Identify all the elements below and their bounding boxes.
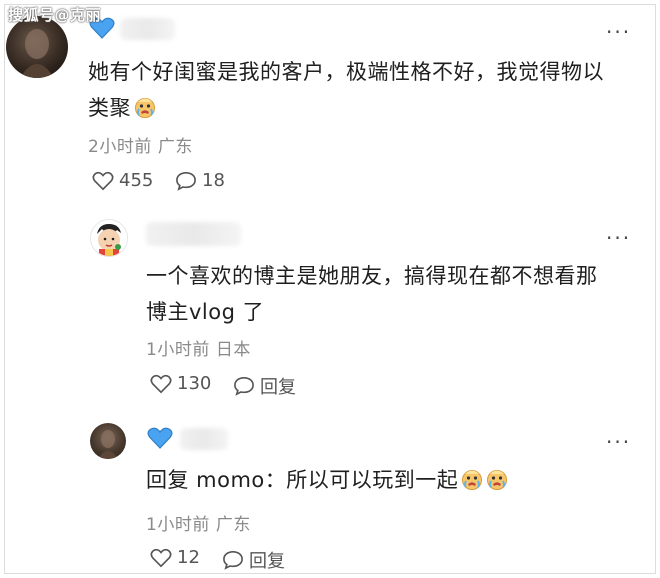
comment-count: 18	[202, 170, 225, 191]
comment-meta: 2小时前 广东	[88, 132, 199, 157]
more-icon[interactable]: ···	[606, 228, 631, 248]
location: 日本	[215, 340, 251, 360]
like-count: 455	[119, 170, 154, 191]
crying-face-emoji-icon	[462, 470, 483, 490]
like-count: 12	[177, 547, 200, 568]
speech-bubble-icon	[176, 171, 196, 191]
reply-button[interactable]: 回复	[222, 547, 285, 573]
avatar[interactable]	[90, 219, 128, 257]
comment-meta: 1小时前 广东	[146, 510, 257, 535]
speech-bubble-icon	[223, 550, 243, 570]
comment-text: 她有个好闺蜜是我的客户，极端性格不好，我觉得物以 类聚	[88, 60, 604, 120]
timestamp: 1小时前	[146, 340, 210, 360]
timestamp: 1小时前	[146, 515, 210, 535]
like-button[interactable]: 455	[92, 170, 153, 191]
timestamp: 2小时前	[88, 137, 152, 157]
comment-button[interactable]: 18	[175, 170, 225, 191]
comment-text: 回复 momo：所以可以玩到一起	[146, 462, 646, 498]
comment-text: 一个喜欢的博主是她朋友，搞得现在都不想看那 博主vlog 了	[146, 264, 598, 324]
location: 广东	[157, 137, 193, 157]
avatar[interactable]	[6, 16, 68, 78]
reply-label: 回复	[260, 377, 296, 398]
username-blurred	[120, 18, 175, 40]
heart-outline-icon	[150, 548, 172, 567]
like-count: 130	[177, 373, 212, 394]
avatar[interactable]	[90, 423, 126, 459]
like-button[interactable]: 12	[150, 547, 200, 568]
heart-badge-icon	[147, 427, 173, 449]
username-blurred	[146, 222, 241, 246]
location: 广东	[215, 515, 251, 535]
watermark: 搜狐号@克丽	[8, 6, 102, 24]
like-button[interactable]: 130	[150, 373, 211, 394]
crying-face-emoji-icon	[135, 98, 155, 118]
reply-label: 回复	[249, 551, 285, 572]
username-blurred	[180, 428, 228, 450]
more-icon[interactable]: ···	[606, 22, 631, 42]
reply-button[interactable]: 回复	[233, 373, 296, 399]
comment-meta: 1小时前 日本	[146, 335, 257, 360]
more-icon[interactable]: ···	[606, 432, 631, 452]
speech-bubble-icon	[234, 376, 254, 396]
heart-outline-icon	[150, 374, 172, 393]
crying-face-emoji-icon	[487, 470, 508, 490]
heart-outline-icon	[92, 171, 114, 190]
